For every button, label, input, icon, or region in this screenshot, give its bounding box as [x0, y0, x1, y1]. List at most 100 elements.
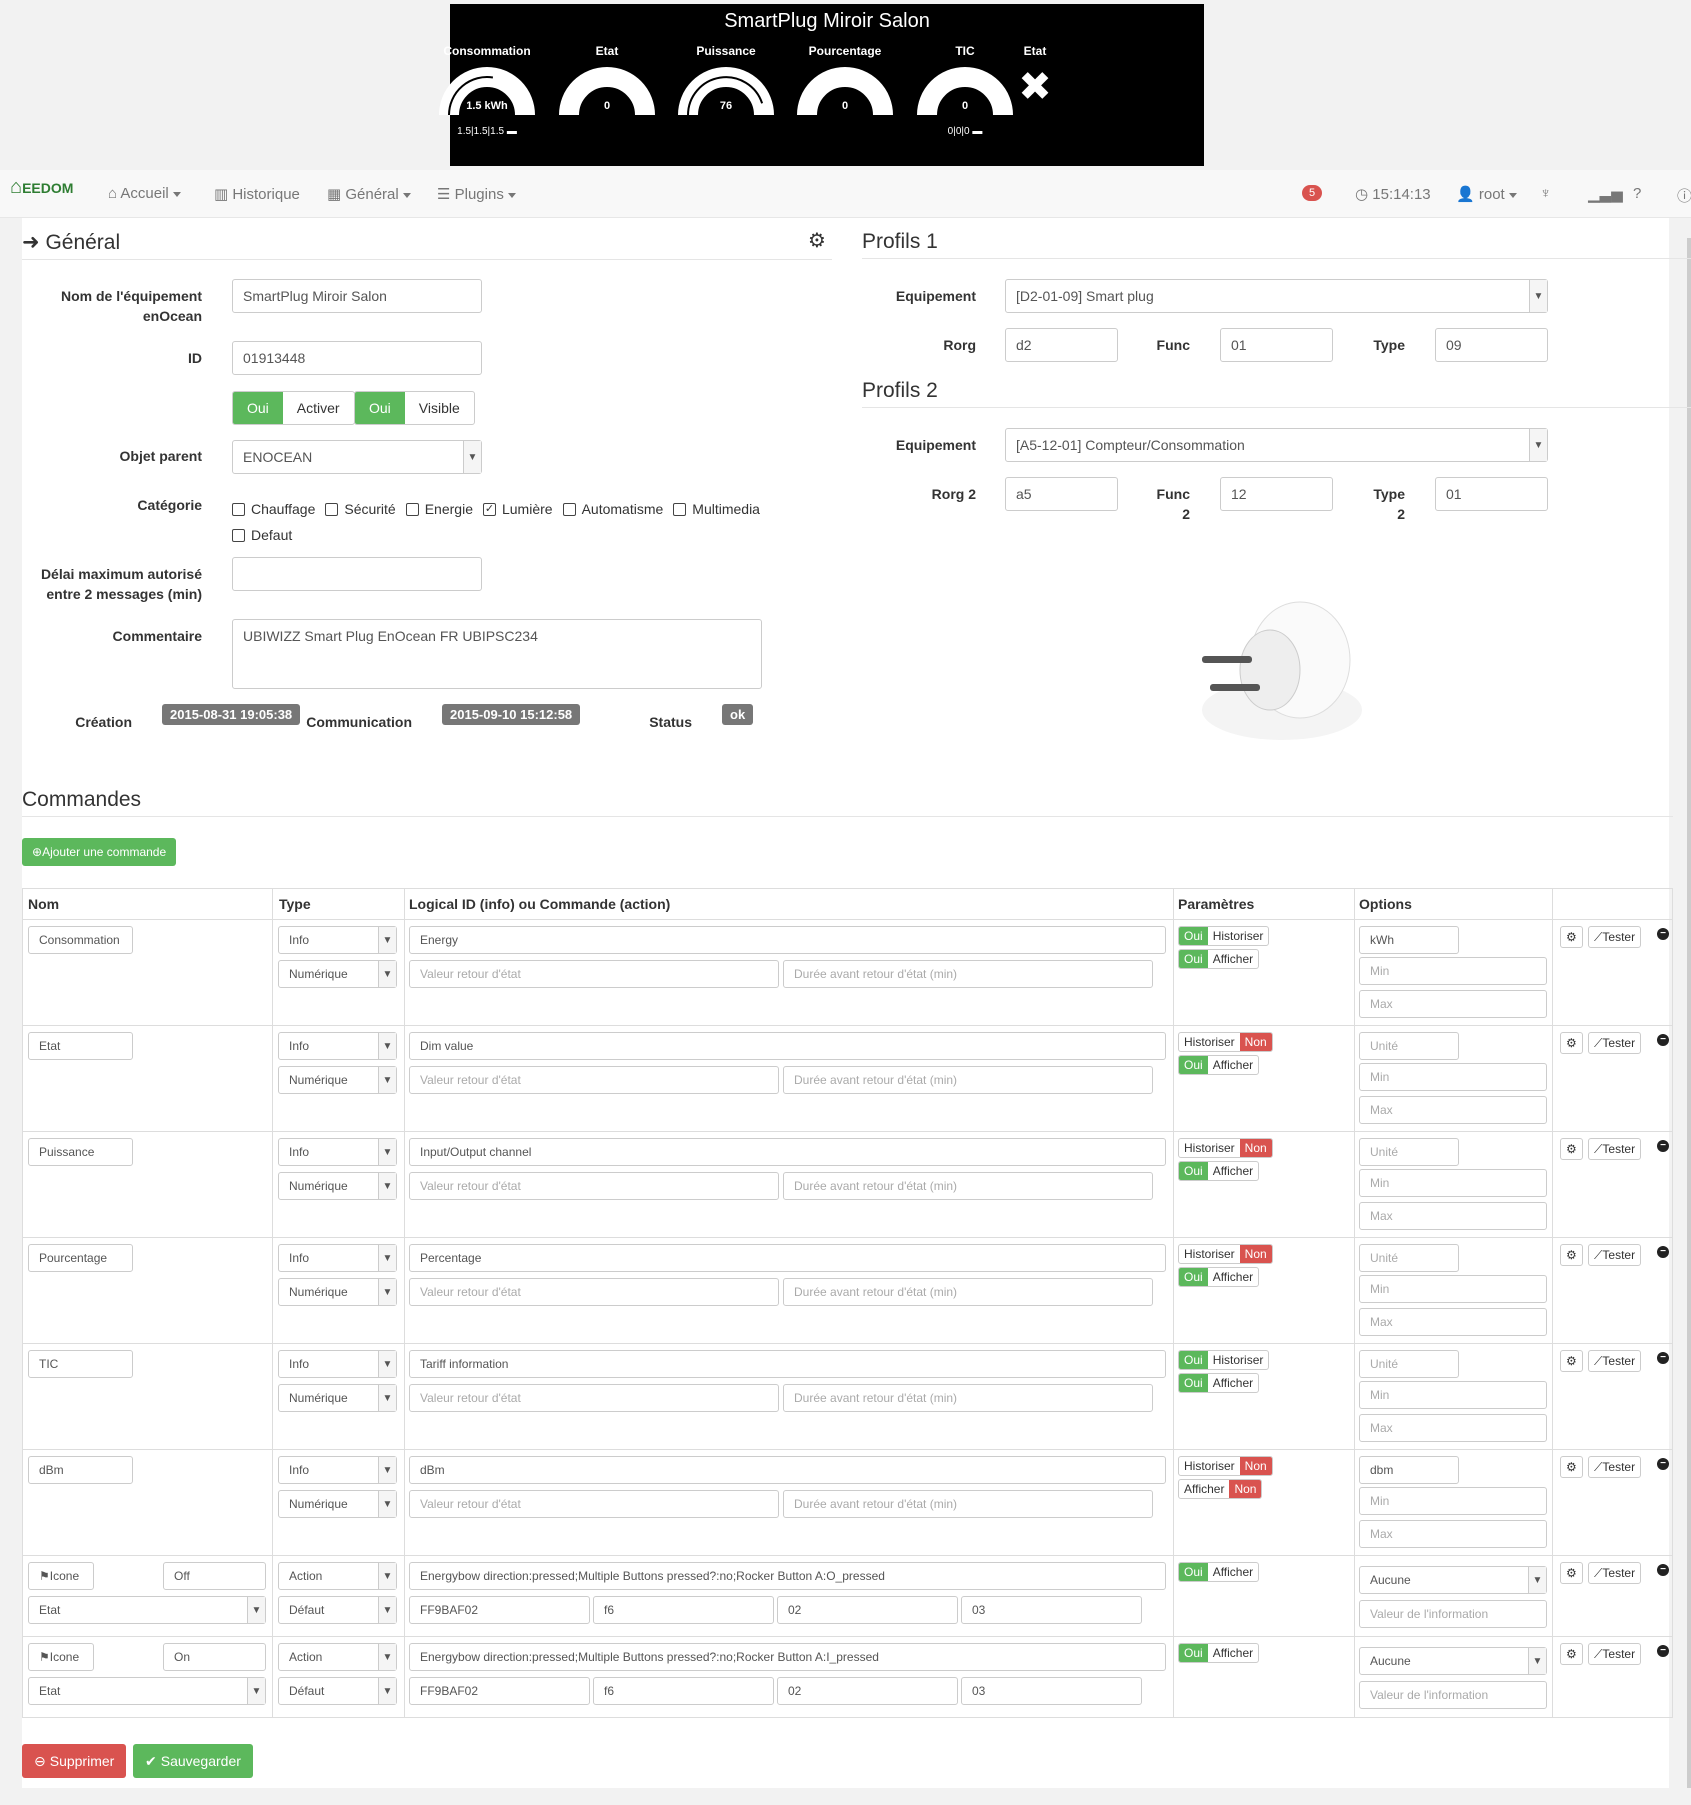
configure-cmd-button[interactable]: ⚙: [1560, 1350, 1583, 1372]
save-button[interactable]: ✔ Sauvegarder: [133, 1744, 253, 1778]
cmd-retour-input[interactable]: Valeur retour d'état: [409, 1384, 779, 1412]
scrollbar[interactable]: [1687, 238, 1691, 1788]
nav-general[interactable]: ▦ Général: [327, 185, 411, 203]
remove-cmd-icon[interactable]: −: [1657, 1564, 1669, 1576]
display-toggle[interactable]: Oui Afficher: [1178, 1373, 1260, 1393]
cmd-logical-input[interactable]: Energy: [409, 926, 1166, 954]
cmd-duree-input[interactable]: Durée avant retour d'état (min): [783, 1278, 1153, 1306]
checkbox[interactable]: [405, 502, 419, 516]
max-input[interactable]: Max: [1359, 1520, 1547, 1548]
p1-equip-select[interactable]: [D2-01-09] Smart plug ▼: [1005, 279, 1548, 313]
historize-toggle[interactable]: Oui Historiser: [1178, 1350, 1270, 1370]
etat-select[interactable]: Etat ▼: [28, 1677, 266, 1705]
max-input[interactable]: Max: [1359, 1096, 1547, 1124]
remove-cmd-icon[interactable]: −: [1657, 1458, 1669, 1470]
max-input[interactable]: Max: [1359, 990, 1547, 1018]
category-3[interactable]: ✓ Lumière: [482, 501, 553, 517]
cmd-retour-input[interactable]: Valeur retour d'état: [409, 960, 779, 988]
configure-cmd-button[interactable]: ⚙: [1560, 1643, 1583, 1665]
brand-logo[interactable]: ⌂EEDOM: [10, 176, 73, 199]
min-input[interactable]: Min: [1359, 957, 1547, 985]
cmd-duree-input[interactable]: Durée avant retour d'état (min): [783, 1172, 1153, 1200]
unit-input[interactable]: dbm: [1359, 1456, 1459, 1484]
cmd-name-input[interactable]: Puissance: [28, 1138, 133, 1166]
info-value-input[interactable]: Valeur de l'information: [1359, 1600, 1547, 1628]
cmd-name-input[interactable]: Off: [163, 1562, 266, 1590]
cmd-duree-input[interactable]: Durée avant retour d'état (min): [783, 1066, 1153, 1094]
cmd-duree-input[interactable]: Durée avant retour d'état (min): [783, 960, 1153, 988]
configure-cmd-button[interactable]: ⚙: [1560, 1032, 1583, 1054]
test-button[interactable]: ⟋ Tester: [1588, 1456, 1642, 1478]
cmd-subtype-select[interactable]: Défaut ▼: [278, 1596, 397, 1624]
checkbox[interactable]: [232, 502, 245, 516]
display-toggle[interactable]: Oui Afficher: [1178, 949, 1260, 969]
category-2[interactable]: Energie: [405, 501, 473, 517]
cmd-field-1[interactable]: FF9BAF02: [409, 1677, 590, 1705]
p2-rorg-input[interactable]: a5: [1005, 477, 1118, 511]
cmd-name-input[interactable]: dBm: [28, 1456, 133, 1484]
p1-func-input[interactable]: 01: [1220, 328, 1333, 362]
signal-icon[interactable]: ▁▃▅: [1588, 185, 1623, 203]
p1-rorg-input[interactable]: d2: [1005, 328, 1118, 362]
alert-badge[interactable]: 5: [1302, 185, 1323, 201]
user-menu[interactable]: 👤 root: [1456, 185, 1517, 203]
historize-toggle[interactable]: Historiser Non: [1178, 1456, 1273, 1476]
cmd-name-input[interactable]: On: [163, 1643, 266, 1671]
min-input[interactable]: Min: [1359, 1487, 1547, 1515]
historize-toggle[interactable]: Oui Historiser: [1178, 926, 1270, 946]
category-4[interactable]: Automatisme: [562, 501, 663, 517]
option-select[interactable]: Aucune ▼: [1359, 1566, 1547, 1594]
unit-input[interactable]: Unité: [1359, 1138, 1459, 1166]
cmd-type-select[interactable]: Info ▼: [278, 1032, 397, 1060]
p2-func-input[interactable]: 12: [1220, 477, 1333, 511]
unit-input[interactable]: Unité: [1359, 1244, 1459, 1272]
remove-cmd-icon[interactable]: −: [1657, 1352, 1669, 1364]
cmd-subtype-select[interactable]: Numérique ▼: [278, 1490, 397, 1518]
option-select[interactable]: Aucune ▼: [1359, 1647, 1547, 1675]
test-button[interactable]: ⟋ Tester: [1588, 1244, 1642, 1266]
p2-equip-select[interactable]: [A5-12-01] Compteur/Consommation ▼: [1005, 428, 1548, 462]
help-icon[interactable]: ?: [1633, 185, 1641, 202]
cmd-field-4[interactable]: 03: [961, 1596, 1142, 1624]
configure-cmd-button[interactable]: ⚙: [1560, 1244, 1583, 1266]
display-toggle[interactable]: Afficher Non: [1178, 1479, 1263, 1499]
category-0[interactable]: Chauffage: [232, 501, 315, 517]
activate-toggle[interactable]: Oui Activer: [232, 391, 355, 425]
cmd-retour-input[interactable]: Valeur retour d'état: [409, 1278, 779, 1306]
cmd-name-input[interactable]: Consommation: [28, 926, 133, 954]
cmd-type-select[interactable]: Info ▼: [278, 1350, 397, 1378]
max-input[interactable]: Max: [1359, 1414, 1547, 1442]
info-icon[interactable]: ⓘ: [1677, 185, 1691, 206]
configure-icon[interactable]: ⚙: [808, 228, 826, 253]
checkbox[interactable]: [325, 502, 339, 516]
test-button[interactable]: ⟋ Tester: [1588, 1138, 1642, 1160]
add-command-button[interactable]: ⊕ Ajouter une commande: [22, 838, 177, 866]
test-button[interactable]: ⟋ Tester: [1588, 1032, 1642, 1054]
max-input[interactable]: Max: [1359, 1308, 1547, 1336]
configure-cmd-button[interactable]: ⚙: [1560, 1138, 1583, 1160]
cmd-duree-input[interactable]: Durée avant retour d'état (min): [783, 1384, 1153, 1412]
id-input[interactable]: 01913448: [232, 341, 482, 375]
cmd-logical-input[interactable]: Input/Output channel: [409, 1138, 1166, 1166]
cmd-retour-input[interactable]: Valeur retour d'état: [409, 1490, 779, 1518]
configure-cmd-button[interactable]: ⚙: [1560, 926, 1583, 948]
test-button[interactable]: ⟋ Tester: [1588, 1643, 1642, 1665]
display-toggle[interactable]: Oui Afficher: [1178, 1161, 1260, 1181]
cmd-name-input[interactable]: Pourcentage: [28, 1244, 133, 1272]
icon-select-button[interactable]: ⚑ Icone: [28, 1562, 94, 1590]
cmd-type-select[interactable]: Action ▼: [278, 1562, 397, 1590]
min-input[interactable]: Min: [1359, 1169, 1547, 1197]
p1-type-input[interactable]: 09: [1435, 328, 1548, 362]
unit-input[interactable]: Unité: [1359, 1032, 1459, 1060]
cmd-field-2[interactable]: f6: [593, 1677, 774, 1705]
category-6[interactable]: Defaut: [232, 527, 292, 543]
checkbox[interactable]: [232, 528, 245, 542]
display-toggle[interactable]: Oui Afficher: [1178, 1562, 1260, 1582]
cmd-subtype-select[interactable]: Défaut ▼: [278, 1677, 397, 1705]
comment-textarea[interactable]: UBIWIZZ Smart Plug EnOcean FR UBIPSC234: [232, 619, 762, 689]
remove-cmd-icon[interactable]: −: [1657, 928, 1669, 940]
remove-cmd-icon[interactable]: −: [1657, 1034, 1669, 1046]
cmd-name-input[interactable]: TIC: [28, 1350, 133, 1378]
cmd-subtype-select[interactable]: Numérique ▼: [278, 1278, 397, 1306]
unit-input[interactable]: kWh: [1359, 926, 1459, 954]
